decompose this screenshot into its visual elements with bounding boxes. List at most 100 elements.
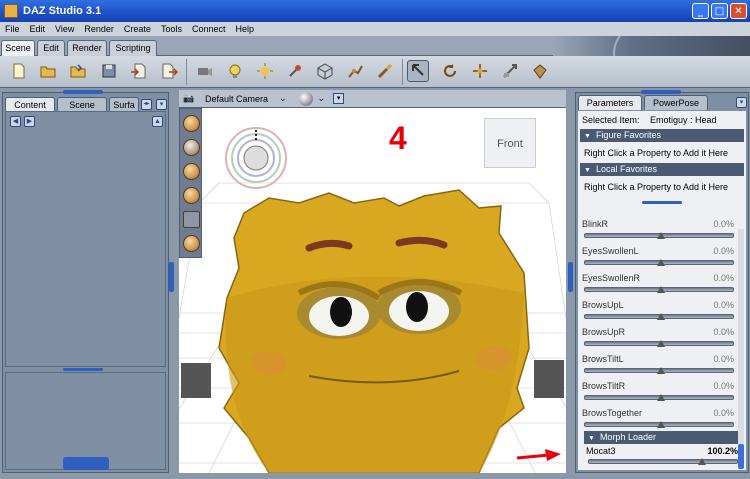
property-value[interactable]: 0.0%	[713, 327, 734, 337]
tab-scripting[interactable]: Scripting	[109, 40, 157, 56]
pin-icon[interactable]	[284, 60, 306, 82]
tab-scene-panel[interactable]: Scene	[57, 97, 107, 112]
minimize-button[interactable]: _	[692, 3, 709, 19]
menu-render[interactable]: Render	[79, 24, 119, 34]
close-button[interactable]: ✕	[730, 3, 747, 19]
draw-style-dropdown-icon[interactable]: ⌄	[318, 93, 326, 104]
merge-icon[interactable]	[67, 60, 89, 82]
panel-grip[interactable]	[641, 90, 681, 94]
property-slider[interactable]: BrowsUpL 0.0%	[580, 298, 736, 325]
tab-edit[interactable]: Edit	[37, 40, 65, 56]
menu-connect[interactable]: Connect	[187, 24, 231, 34]
splitter-grip[interactable]	[642, 201, 682, 204]
scale-icon[interactable]	[499, 60, 521, 82]
slider-knob[interactable]	[657, 340, 665, 347]
menu-edit[interactable]: Edit	[25, 24, 51, 34]
maximize-button[interactable]: □	[711, 3, 728, 19]
view-cube-front[interactable]: Front	[484, 118, 536, 168]
mocat-slider[interactable]: Mocat3 100.2%	[584, 444, 740, 471]
right-dock-grip[interactable]	[568, 262, 573, 292]
tab-surfaces[interactable]: Surfa	[109, 97, 139, 112]
new-file-icon[interactable]	[8, 60, 30, 82]
toolbar-separator	[186, 59, 187, 85]
tab-powerpose[interactable]: PowerPose	[644, 95, 708, 110]
frame-icon[interactable]	[183, 211, 200, 228]
left-dock-grip[interactable]	[169, 262, 174, 292]
node-select-icon[interactable]	[407, 60, 429, 82]
local-favorites-hint: Right Click a Property to Add it Here	[584, 182, 729, 192]
menu-create[interactable]: Create	[119, 24, 156, 34]
collapse-tab[interactable]	[63, 457, 109, 470]
property-value[interactable]: 0.0%	[713, 273, 734, 283]
export-icon[interactable]	[158, 60, 180, 82]
spot-light-icon[interactable]	[254, 60, 276, 82]
property-value[interactable]: 0.0%	[713, 381, 734, 391]
pan-icon[interactable]	[183, 139, 200, 156]
splitter-grip[interactable]	[63, 368, 103, 371]
property-slider[interactable]: BrowsUpR 0.0%	[580, 325, 736, 352]
slider-knob[interactable]	[657, 367, 665, 374]
morph-loader-header[interactable]: ▼ Morph Loader	[584, 431, 740, 444]
universal-icon[interactable]	[529, 60, 551, 82]
draw-style-icon[interactable]	[298, 91, 313, 106]
forward-icon[interactable]: ▶	[24, 116, 35, 127]
joint-editor-icon[interactable]	[344, 60, 366, 82]
menu-tools[interactable]: Tools	[156, 24, 187, 34]
reset-view-icon[interactable]	[183, 235, 200, 252]
panel-grip[interactable]	[63, 90, 103, 94]
slider-knob[interactable]	[657, 313, 665, 320]
slider-knob[interactable]	[697, 458, 706, 465]
camera-dropdown-icon[interactable]: ⌄	[279, 93, 287, 104]
light-icon[interactable]	[224, 60, 246, 82]
viewport-menu-icon[interactable]: ▾	[333, 93, 345, 104]
up-folder-icon[interactable]: ▲	[152, 116, 163, 127]
property-value[interactable]: 0.0%	[713, 300, 734, 310]
tab-scene[interactable]: Scene	[1, 40, 35, 57]
tab-content[interactable]: Content	[5, 97, 55, 112]
menu-view[interactable]: View	[50, 24, 79, 34]
menu-help[interactable]: Help	[230, 24, 259, 34]
tab-scroll-icon[interactable]: ◂▸	[141, 99, 152, 110]
camera-icon[interactable]	[193, 60, 215, 82]
tab-render[interactable]: Render	[67, 40, 107, 56]
translate-icon[interactable]	[469, 60, 491, 82]
slider-knob[interactable]	[657, 394, 665, 401]
primitive-cube-icon[interactable]	[314, 60, 336, 82]
roll-icon[interactable]	[183, 187, 200, 204]
property-value[interactable]: 0.0%	[713, 246, 734, 256]
dolly-icon[interactable]	[183, 163, 200, 180]
camera-selector[interactable]: Default Camera	[205, 94, 275, 104]
property-value[interactable]: 0.0%	[713, 219, 734, 229]
back-icon[interactable]: ◀	[10, 116, 21, 127]
property-slider[interactable]: BlinkR 0.0%	[580, 217, 736, 244]
tab-parameters[interactable]: Parameters	[578, 95, 642, 110]
orbit-icon[interactable]	[183, 115, 200, 132]
property-slider[interactable]: BrowsTiltL 0.0%	[580, 352, 736, 379]
pose-brush-icon[interactable]	[374, 60, 396, 82]
property-slider[interactable]: EyesSwollenL 0.0%	[580, 244, 736, 271]
scroll-thumb[interactable]	[738, 444, 744, 469]
import-icon[interactable]	[128, 60, 150, 82]
property-value[interactable]: 100.2%	[707, 446, 738, 456]
property-slider[interactable]: EyesSwollenR 0.0%	[580, 271, 736, 298]
camera-menu-icon[interactable]: 📷	[179, 93, 199, 104]
rotate-icon[interactable]	[439, 60, 461, 82]
panel-menu-icon[interactable]: ▾	[156, 99, 167, 110]
menu-file[interactable]: File	[0, 24, 25, 34]
property-scrollbar[interactable]	[738, 229, 744, 469]
slider-knob[interactable]	[657, 286, 665, 293]
slider-knob[interactable]	[657, 232, 665, 239]
property-slider[interactable]: BrowsTiltR 0.0%	[580, 379, 736, 406]
3d-viewport[interactable]: 4 Front	[179, 108, 566, 473]
local-favorites-header[interactable]: ▼ Local Favorites	[580, 163, 744, 176]
property-value[interactable]: 0.0%	[713, 408, 734, 418]
figure-favorites-header[interactable]: ▼ Figure Favorites	[580, 129, 744, 142]
slider-knob[interactable]	[657, 259, 665, 266]
open-file-icon[interactable]	[37, 60, 59, 82]
property-value[interactable]: 0.0%	[713, 354, 734, 364]
property-slider[interactable]: BrowsTogether 0.0%	[580, 406, 736, 433]
panel-menu-icon[interactable]: ▾	[736, 97, 747, 108]
slider-knob[interactable]	[657, 421, 665, 428]
slider-track[interactable]	[588, 459, 738, 464]
save-icon[interactable]	[98, 60, 120, 82]
